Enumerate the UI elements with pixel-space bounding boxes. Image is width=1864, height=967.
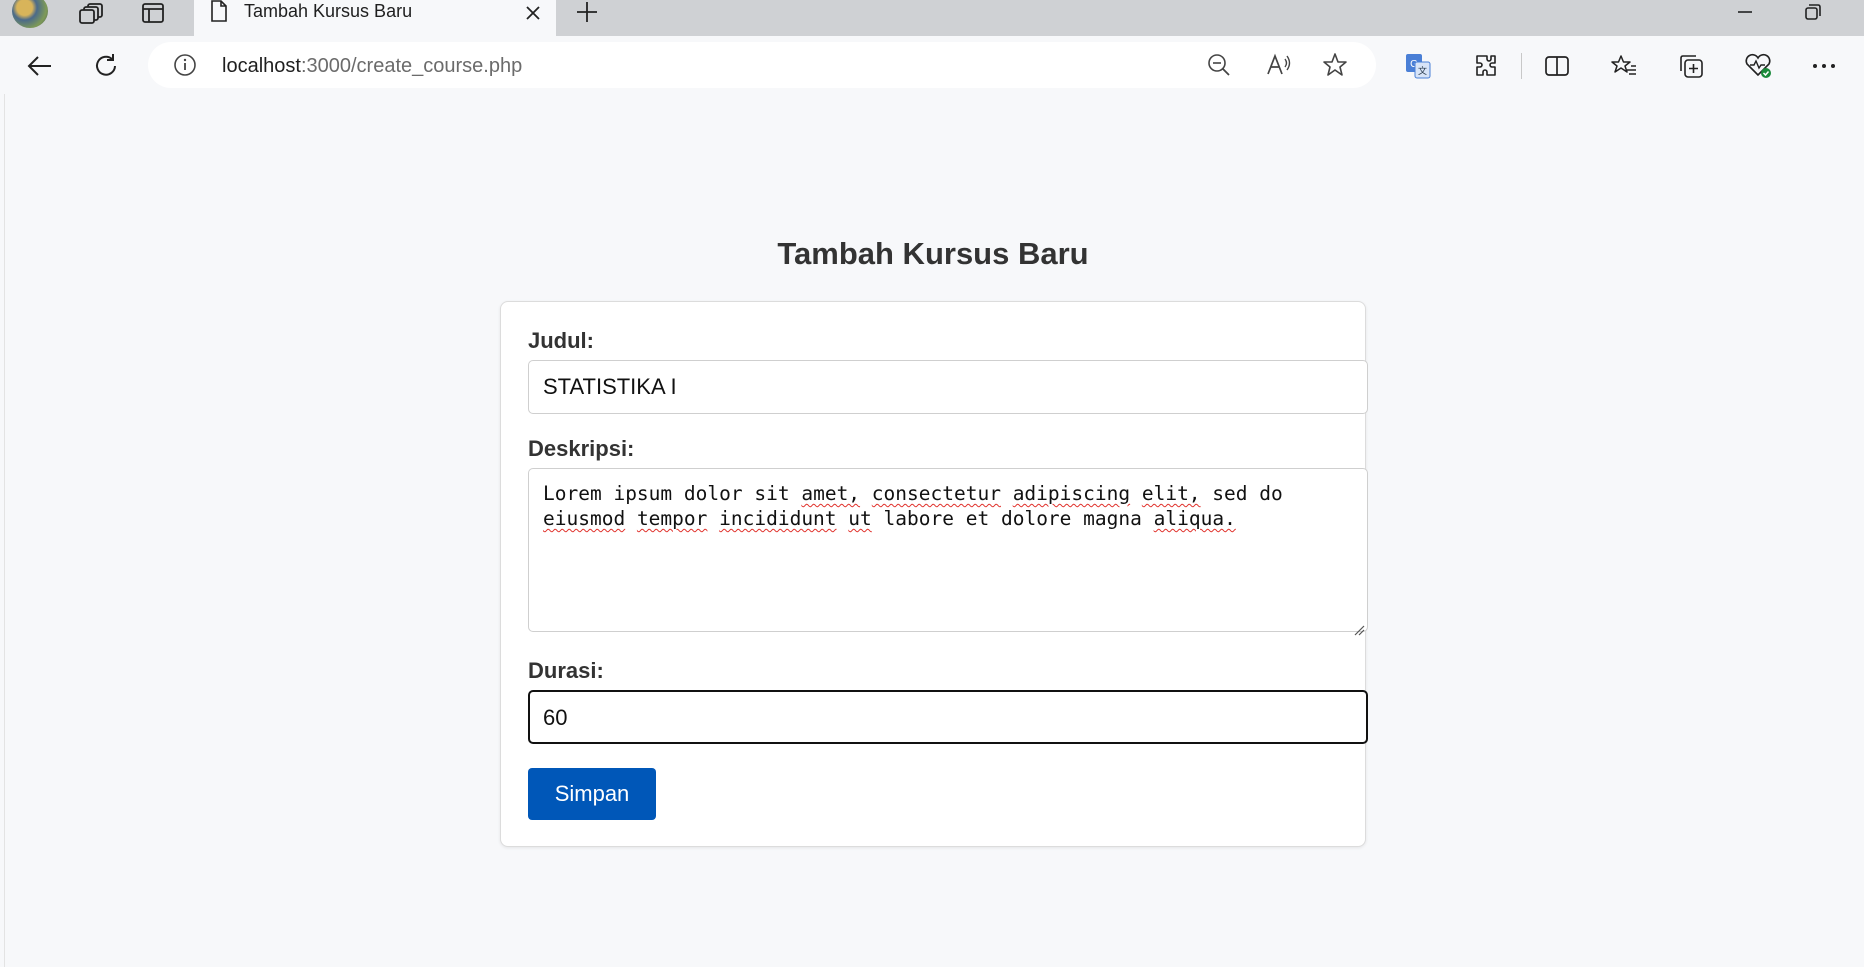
- favorites-icon[interactable]: [1604, 46, 1644, 86]
- profile-avatar[interactable]: [12, 0, 48, 28]
- title-input[interactable]: STATISTIKA I: [528, 360, 1368, 414]
- description-text: Lorem ipsum dolor sit amet, consectetur …: [543, 482, 1283, 530]
- page-content: Tambah Kursus Baru Judul: STATISTIKA I D…: [4, 94, 1860, 967]
- favorite-star-icon[interactable]: [1318, 48, 1352, 82]
- new-tab-button[interactable]: [572, 0, 602, 24]
- extensions-icon[interactable]: [1466, 46, 1506, 86]
- duration-input[interactable]: 60: [528, 690, 1368, 744]
- zoom-out-icon[interactable]: [1202, 48, 1236, 82]
- page-title: Tambah Kursus Baru: [777, 236, 1089, 271]
- save-button[interactable]: Simpan: [528, 768, 656, 820]
- resize-handle-icon[interactable]: [1353, 617, 1365, 636]
- site-info-icon[interactable]: [172, 52, 198, 78]
- address-bar[interactable]: localhost:3000/create_course.php: [148, 42, 1376, 88]
- close-icon[interactable]: [520, 0, 546, 26]
- tab-title: Tambah Kursus Baru: [244, 1, 413, 21]
- page-icon: [210, 0, 228, 27]
- tab-active[interactable]: Tambah Kursus Baru: [194, 0, 556, 36]
- create-course-form: Judul: STATISTIKA I Deskripsi: Lorem ips…: [500, 301, 1368, 847]
- workspaces-icon[interactable]: [76, 0, 108, 28]
- description-textarea[interactable]: Lorem ipsum dolor sit amet, consectetur …: [528, 468, 1368, 636]
- url-text[interactable]: localhost:3000/create_course.php: [222, 55, 522, 78]
- browser-essentials-icon[interactable]: [1738, 46, 1778, 86]
- collections-icon[interactable]: [1671, 46, 1711, 86]
- back-button[interactable]: [20, 46, 60, 86]
- tab-actions-icon[interactable]: [137, 0, 169, 28]
- browser-toolbar: localhost:3000/create_course.php G文: [0, 36, 1864, 94]
- toolbar-divider: [1521, 53, 1522, 79]
- duration-label: Durasi:: [528, 658, 604, 683]
- translate-icon[interactable]: G文: [1398, 46, 1438, 86]
- refresh-button[interactable]: [86, 46, 126, 86]
- minimize-button[interactable]: [1730, 0, 1760, 24]
- description-label: Deskripsi:: [528, 436, 635, 461]
- read-aloud-icon[interactable]: [1262, 48, 1296, 82]
- more-options-icon[interactable]: [1804, 46, 1844, 86]
- split-screen-icon[interactable]: [1537, 46, 1577, 86]
- tab-strip: Tambah Kursus Baru: [0, 0, 1864, 36]
- svg-text:文: 文: [1418, 65, 1427, 76]
- title-label: Judul:: [528, 328, 594, 353]
- restore-button[interactable]: [1798, 0, 1828, 24]
